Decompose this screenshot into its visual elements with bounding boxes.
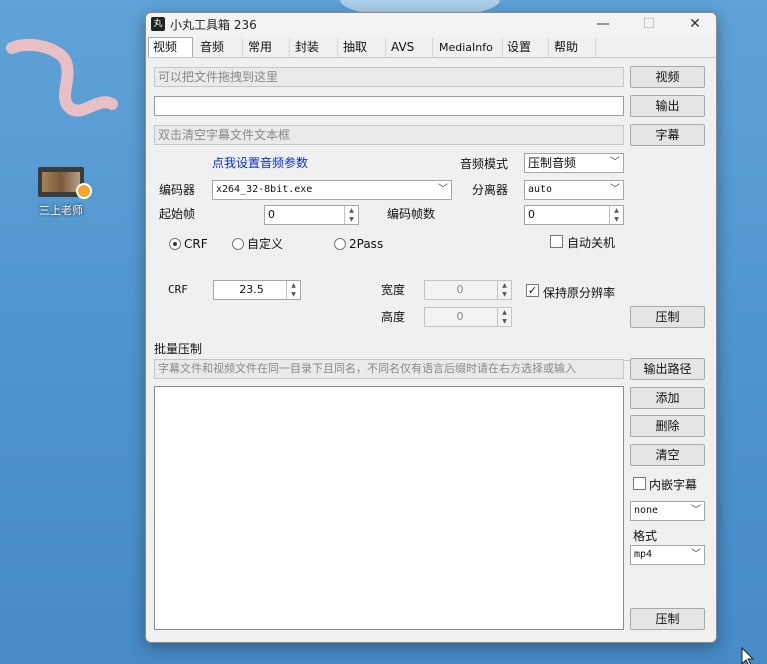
2pass-radio[interactable] [334, 238, 346, 250]
crf-radio[interactable] [169, 238, 181, 250]
embed-subtitle-label: 内嵌字幕 [649, 478, 698, 492]
window-title: 小丸工具箱 236 [170, 18, 257, 32]
app-window: 丸 小丸工具箱 236 — ☐ ✕ 视频 音频 常用 封装 抽取 AVS Med… [145, 12, 717, 643]
width-value: 0 [456, 283, 464, 296]
audio-settings-link[interactable]: 点我设置音频参数 [212, 154, 308, 171]
demuxer-label: 分离器 [472, 183, 509, 197]
batch-encode-button[interactable]: 压制 [630, 608, 705, 630]
subtitle-button[interactable]: 字幕 [630, 124, 705, 146]
tab-mux[interactable]: 封装 [291, 38, 338, 57]
output-path-button[interactable]: 输出路径 [630, 358, 705, 380]
chevron-down-icon: ﹀ [691, 549, 701, 560]
format-label: 格式 [633, 529, 658, 543]
desktop-icon-label: 三上老师 [39, 204, 83, 217]
format-select[interactable]: mp4 ﹀ [630, 545, 705, 565]
chevron-down-icon: ﹀ [610, 157, 620, 168]
audio-mode-label: 音频模式 [460, 157, 509, 171]
start-frame-spinner[interactable]: 0 ▲ ▼ [264, 205, 359, 225]
minimize-button[interactable]: — [580, 13, 626, 37]
chevron-down-icon: ﹀ [691, 505, 701, 516]
format-value: mp4 [634, 549, 653, 560]
height-label: 高度 [381, 310, 406, 324]
width-label: 宽度 [381, 283, 406, 297]
spinner-arrows-icon[interactable]: ▲ ▼ [344, 206, 358, 224]
auto-shutdown-checkbox[interactable] [550, 235, 563, 248]
encode-frames-label: 编码帧数 [387, 207, 436, 221]
tab-settings[interactable]: 设置 [503, 38, 549, 57]
subtitle-language-value: none [634, 505, 659, 516]
output-button[interactable]: 输出 [630, 95, 705, 117]
height-value: 0 [456, 310, 464, 323]
keep-resolution-checkbox[interactable]: ✓ [526, 284, 539, 297]
tab-audio[interactable]: 音频 [196, 38, 243, 57]
spinner-arrows-icon[interactable]: ▲ ▼ [497, 308, 511, 326]
width-spinner[interactable]: 0 ▲ ▼ [424, 280, 512, 300]
chevron-down-icon: ﹀ [610, 184, 620, 195]
audio-mode-select[interactable]: 压制音频 ﹀ [524, 153, 624, 173]
batch-file-list[interactable] [154, 386, 624, 630]
tab-video[interactable]: 视频 [148, 37, 193, 58]
chevron-down-icon: ﹀ [438, 184, 448, 195]
encode-button[interactable]: 压制 [630, 306, 705, 328]
crf-value: 23.5 [239, 283, 264, 296]
add-button[interactable]: 添加 [630, 387, 705, 409]
tab-common[interactable]: 常用 [244, 38, 290, 57]
tab-avs[interactable]: AVS [387, 38, 433, 57]
delete-button[interactable]: 删除 [630, 415, 705, 437]
demuxer-value: auto [528, 184, 553, 195]
desktop-video-file-icon[interactable]: 三上老师 [30, 165, 92, 221]
crf-spinner[interactable]: 23.5 ▲ ▼ [213, 280, 301, 300]
play-badge-icon [76, 183, 92, 199]
tab-help[interactable]: 帮助 [550, 38, 596, 57]
video-button[interactable]: 视频 [630, 66, 705, 88]
keep-resolution-label: 保持原分辨率 [543, 286, 616, 300]
start-frame-value: 0 [268, 208, 275, 221]
output-input[interactable] [154, 96, 624, 116]
tab-extract[interactable]: 抽取 [339, 38, 386, 57]
drag-file-input[interactable]: 可以把文件拖拽到这里 [154, 67, 624, 87]
spinner-arrows-icon[interactable]: ▲ ▼ [497, 281, 511, 299]
batch-hint-input[interactable]: 字幕文件和视频文件在同一目录下且同名，不同名仅有语言后缀时请在右方选择或输入 [154, 359, 624, 379]
video-tab-panel: 可以把文件拖拽到这里 视频 输出 双击清空字幕文件文本框 字幕 点我设置音频参数… [148, 57, 716, 642]
maximize-button[interactable]: ☐ [626, 13, 672, 37]
app-icon: 丸 [151, 17, 165, 31]
demuxer-select[interactable]: auto ﹀ [524, 180, 624, 200]
encode-frames-value: 0 [528, 208, 535, 221]
encoder-label: 编码器 [159, 183, 196, 197]
auto-shutdown-label: 自动关机 [567, 236, 616, 250]
crf-mode-label: CRF [184, 237, 208, 251]
subtitle-input[interactable]: 双击清空字幕文件文本框 [154, 125, 624, 145]
crf-label: CRF [168, 283, 188, 296]
clear-button[interactable]: 清空 [630, 444, 705, 466]
batch-group-label: 批量压制 [154, 341, 206, 357]
custom-radio[interactable] [232, 238, 244, 250]
subtitle-language-select[interactable]: none ﹀ [630, 501, 705, 521]
2pass-mode-label: 2Pass [349, 237, 384, 251]
audio-mode-value: 压制音频 [528, 156, 577, 170]
height-spinner[interactable]: 0 ▲ ▼ [424, 307, 512, 327]
encode-frames-spinner[interactable]: 0 ▲ ▼ [524, 205, 624, 225]
custom-mode-label: 自定义 [247, 237, 284, 251]
encoder-value: x264_32-8bit.exe [216, 184, 313, 195]
embed-subtitle-checkbox[interactable] [633, 477, 646, 490]
close-button[interactable]: ✕ [672, 13, 716, 37]
start-frame-label: 起始帧 [159, 207, 196, 221]
spinner-arrows-icon[interactable]: ▲ ▼ [286, 281, 300, 299]
encoder-select[interactable]: x264_32-8bit.exe ﹀ [212, 180, 452, 200]
tab-mediainfo[interactable]: MediaInfo [435, 38, 503, 57]
title-bar[interactable]: 丸 小丸工具箱 236 — ☐ ✕ [146, 13, 716, 37]
spinner-arrows-icon[interactable]: ▲ ▼ [609, 206, 623, 224]
